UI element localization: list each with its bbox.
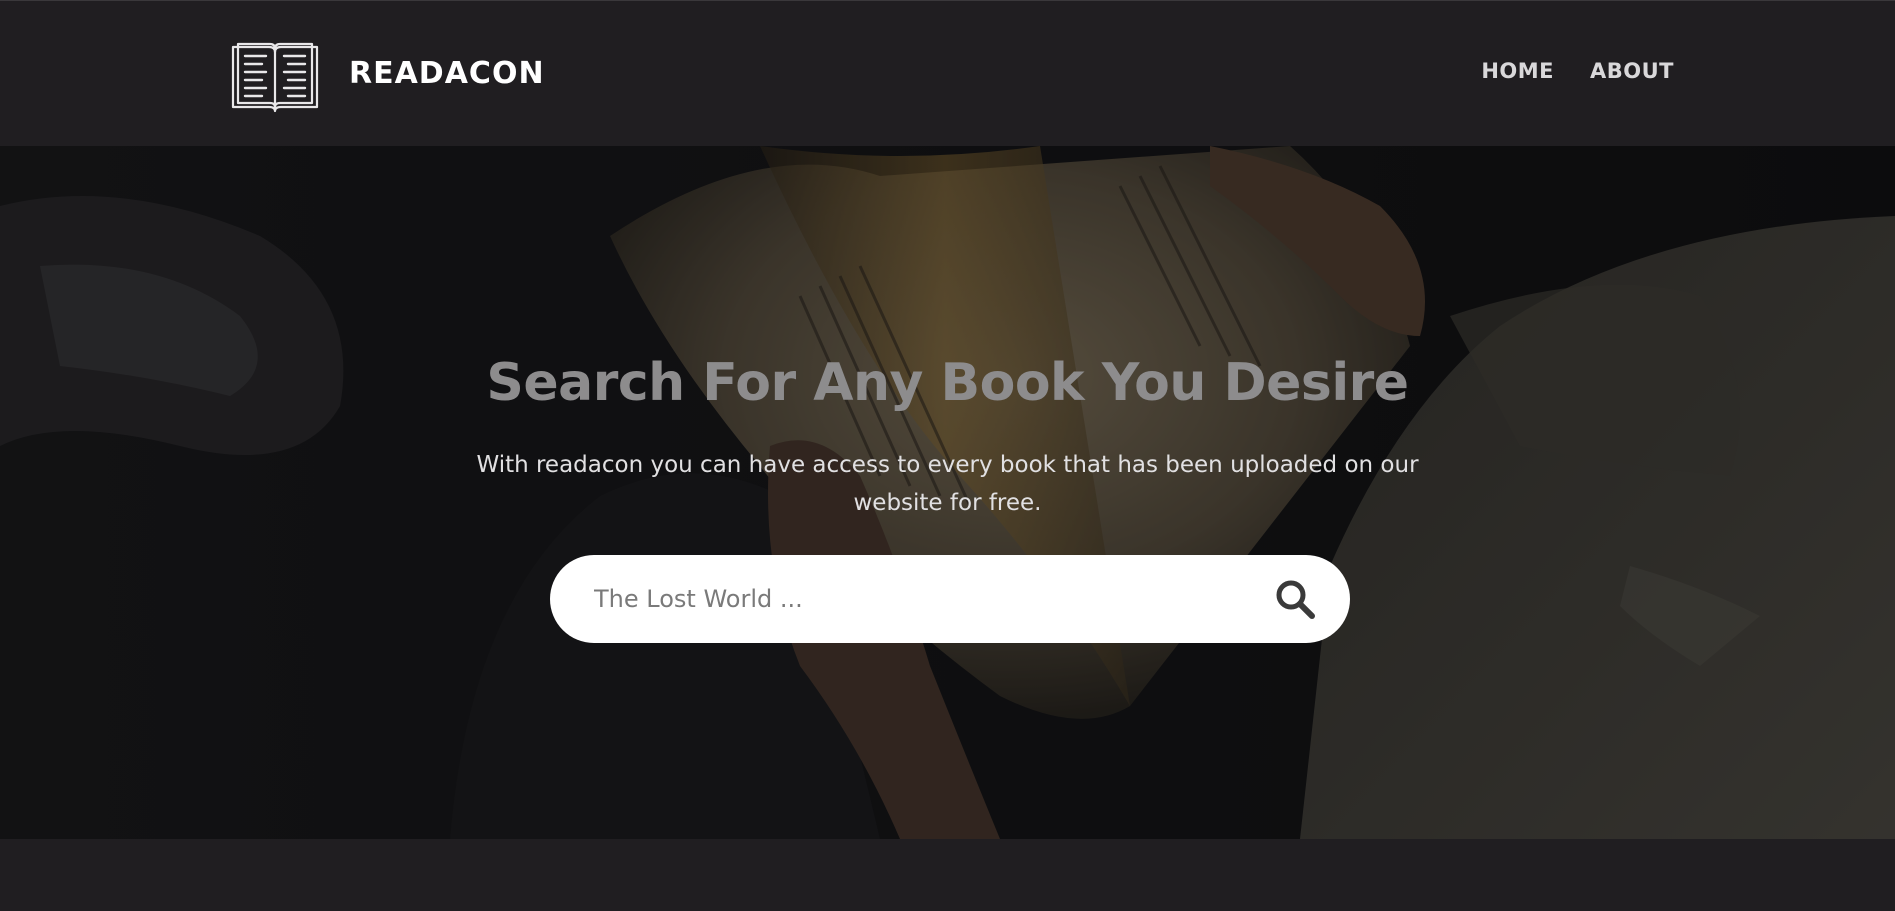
nav-link-about[interactable]: ABOUT — [1590, 59, 1674, 83]
page: READACON HOME ABOUT Search For Any Book … — [0, 0, 1895, 911]
search-button[interactable] — [1270, 574, 1320, 624]
nav-link-home[interactable]: HOME — [1481, 59, 1554, 83]
search-bar — [550, 555, 1350, 643]
search-icon — [1276, 580, 1315, 619]
search-input[interactable] — [592, 584, 1270, 614]
site-header: READACON HOME ABOUT — [0, 0, 1895, 146]
hero-section: Search For Any Book You Desire With read… — [0, 146, 1895, 839]
hero-title: Search For Any Book You Desire — [486, 353, 1409, 413]
open-book-icon — [231, 42, 319, 113]
brand-name: READACON — [349, 56, 545, 91]
main-nav: HOME ABOUT — [1481, 59, 1674, 83]
footer-strip — [0, 839, 1895, 911]
logo-link[interactable]: READACON — [229, 41, 544, 113]
hero-subtitle: With readacon you can have access to eve… — [476, 452, 1419, 516]
